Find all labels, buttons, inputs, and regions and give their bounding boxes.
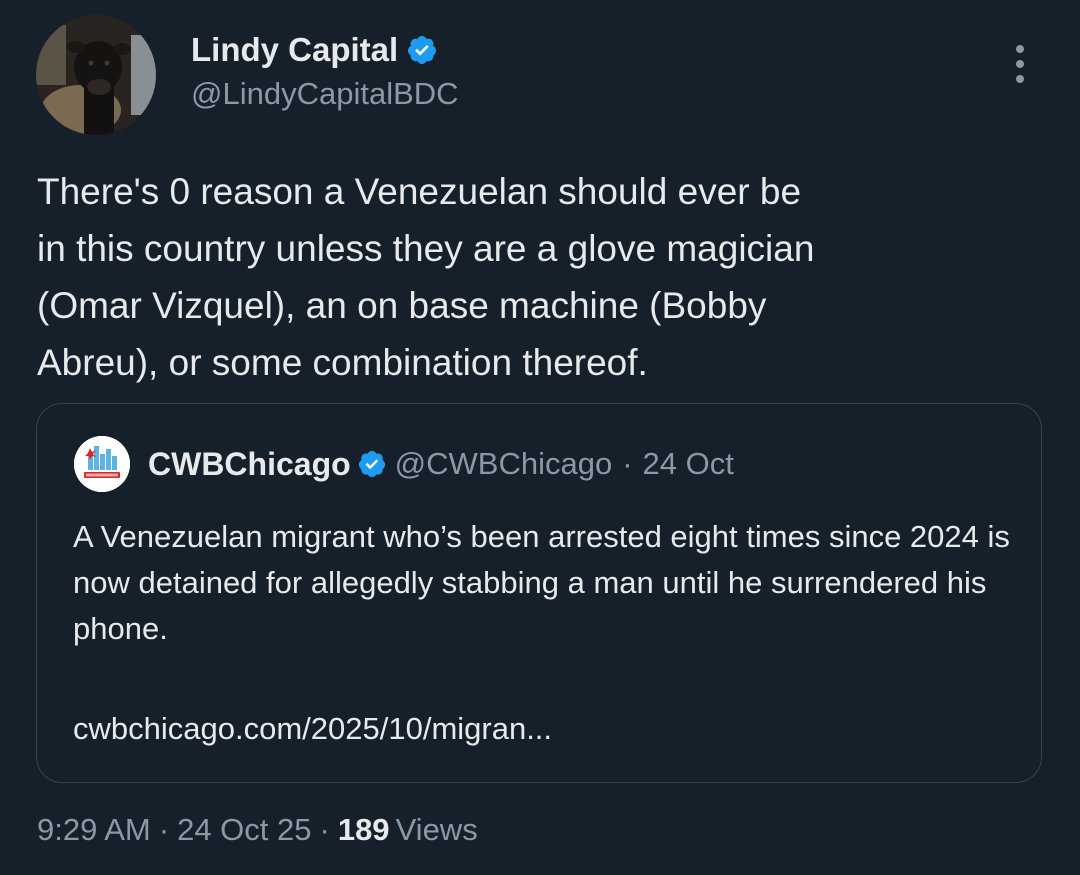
quoted-tweet-header: CWBChicago @CWBChicago · 24 Oct	[74, 436, 734, 492]
meta-separator: ·	[158, 812, 170, 847]
quoted-author-avatar[interactable]	[74, 436, 130, 492]
quoted-tweet-card[interactable]: CWBChicago @CWBChicago · 24 Oct A Venezu…	[36, 403, 1042, 783]
verified-badge-icon	[357, 449, 387, 479]
views-label[interactable]: Views	[396, 812, 478, 847]
author-info: Lindy Capital @LindyCapitalBDC	[191, 28, 459, 114]
more-options-button[interactable]	[1004, 42, 1036, 86]
author-name-row: Lindy Capital	[191, 28, 459, 72]
quoted-tweet-text: A Venezuelan migrant who’s been arrested…	[73, 519, 1010, 646]
tweet-text: There's 0 reason a Venezuelan should eve…	[37, 171, 815, 383]
tweet-date[interactable]: 24 Oct 25	[177, 812, 311, 847]
quoted-tweet-link[interactable]: cwbchicago.com/2025/10/migran...	[73, 706, 552, 752]
author-display-name[interactable]: Lindy Capital	[191, 28, 398, 72]
quoted-separator: ·	[622, 446, 633, 481]
author-avatar[interactable]	[36, 15, 156, 135]
meta-separator: ·	[319, 812, 330, 847]
quoted-author-handle[interactable]: @CWBChicago	[395, 446, 613, 482]
verified-badge-icon[interactable]	[406, 34, 438, 66]
more-vertical-icon-dot	[1016, 60, 1024, 68]
tweet-metadata: 9:29 AM · 24 Oct 25 · 189 Views	[37, 807, 478, 853]
views-count[interactable]: 189	[338, 812, 390, 847]
cow-photo-icon	[36, 15, 156, 135]
quoted-author-name[interactable]: CWBChicago	[148, 446, 351, 483]
more-vertical-icon	[1016, 45, 1024, 53]
author-handle[interactable]: @LindyCapitalBDC	[191, 74, 459, 114]
quoted-tweet-date[interactable]: 24 Oct	[643, 446, 734, 482]
cwbchicago-logo-icon	[74, 436, 130, 492]
tweet: Lindy Capital @LindyCapitalBDC There's 0…	[0, 0, 1080, 875]
tweet-time[interactable]: 9:29 AM	[37, 812, 151, 847]
more-vertical-icon-dot	[1016, 75, 1024, 83]
